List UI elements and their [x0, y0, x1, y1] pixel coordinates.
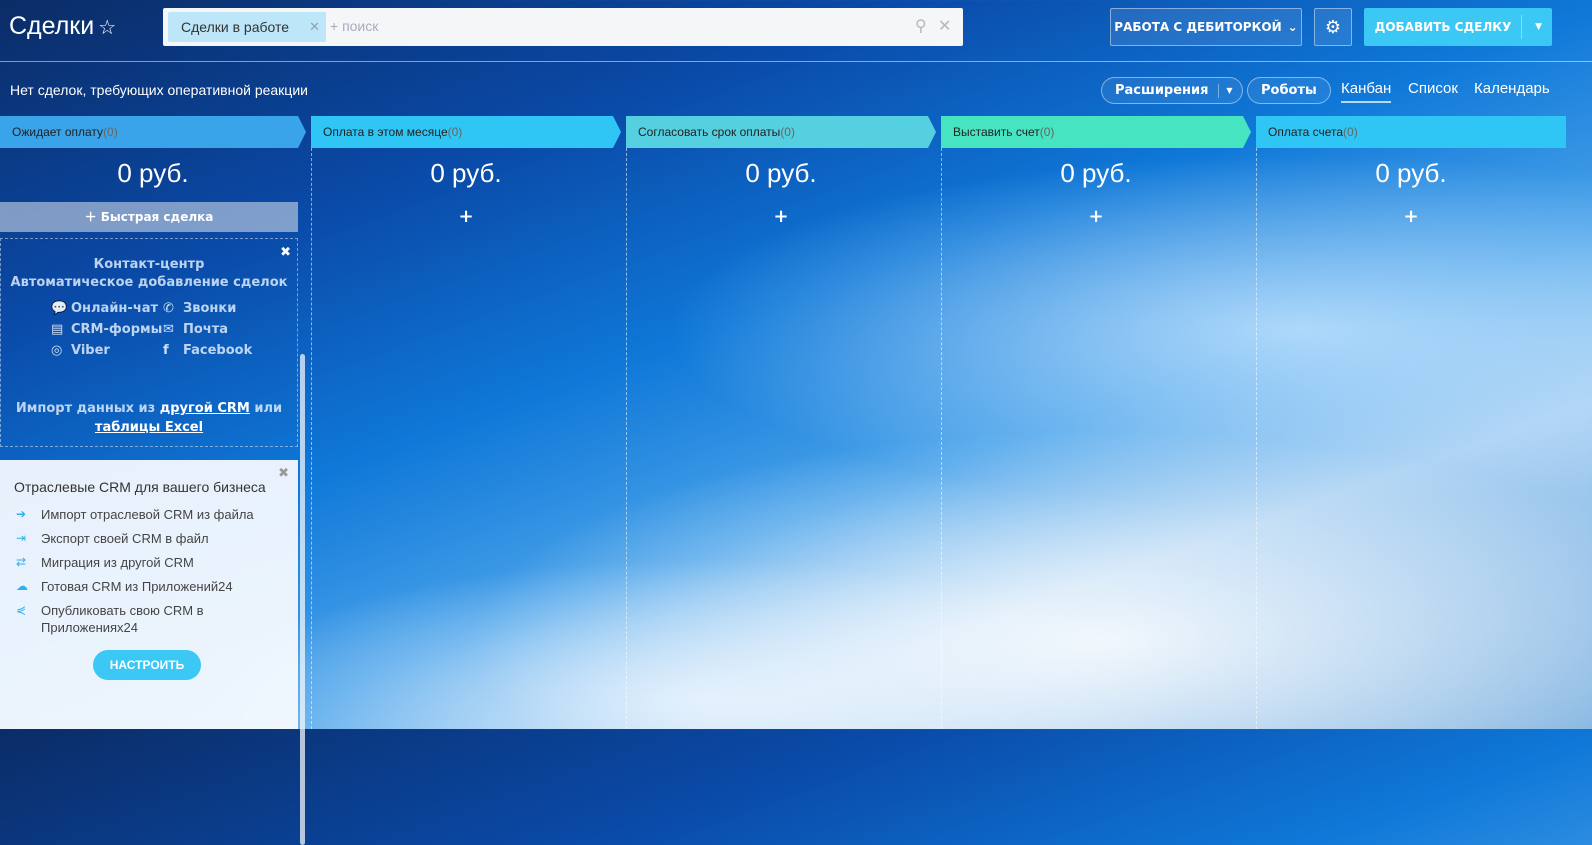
star-icon[interactable]: ☆: [98, 17, 116, 39]
contact-center-panel: ✖ Контакт-центр Автоматическое добавлени…: [0, 238, 298, 447]
scrollbar[interactable]: [300, 354, 305, 845]
chevron-down-icon: ⌄: [1287, 20, 1298, 34]
tab-list[interactable]: Список: [1408, 80, 1458, 97]
excel-link[interactable]: таблицы Excel: [95, 420, 203, 435]
stage-sum: 0 руб.: [430, 158, 502, 188]
list-item[interactable]: ⇄ Миграция из другой CRM: [16, 554, 286, 571]
remove-filter-icon[interactable]: ✕: [309, 12, 320, 42]
clear-icon[interactable]: ✕: [938, 16, 951, 35]
phone-icon: ✆: [163, 301, 174, 316]
stage-header[interactable]: Оплата в этом месяце(0): [311, 116, 621, 148]
stage-header[interactable]: Согласовать срок оплаты(0): [626, 116, 936, 148]
sync-icon: ⇄: [16, 555, 27, 569]
tab-calendar[interactable]: Календарь: [1474, 80, 1550, 97]
viber-icon: ◎: [51, 343, 63, 358]
quick-deal-button[interactable]: ＋ Быстрая сделка: [0, 202, 298, 232]
add-deal-plus-icon[interactable]: +: [626, 206, 936, 227]
search-bar[interactable]: Сделки в работе ✕ + поиск ⚲ ✕: [163, 8, 963, 46]
column-divider: [1256, 148, 1257, 729]
dropdown-arrow-icon[interactable]: ▼: [1535, 22, 1542, 32]
stage-sum: 0 руб.: [1060, 158, 1132, 188]
kanban-column: Выставить счет(0) 0 руб. +: [941, 116, 1251, 729]
column-divider: [311, 148, 312, 729]
stage-sum: 0 руб.: [117, 158, 189, 188]
stage-header[interactable]: Ожидает оплату(0): [0, 116, 306, 148]
divider: [1521, 15, 1522, 39]
industry-title: Отраслевые CRM для вашего бизнеса: [14, 479, 266, 495]
list-item[interactable]: ⇥ Экспорт своей CRM в файл: [16, 530, 286, 547]
add-deal-button[interactable]: ДОБАВИТЬ СДЕЛКУ ▼: [1364, 8, 1552, 46]
stage-header[interactable]: Оплата счета(0): [1256, 116, 1566, 148]
channel-facebook[interactable]: f Facebook: [163, 343, 261, 358]
cloud-icon: ☁: [16, 579, 28, 593]
import-icon: ➔: [16, 507, 27, 521]
kanban-column: Согласовать срок оплаты(0) 0 руб. +: [626, 116, 936, 729]
import-text: Импорт данных из другой CRM или таблицы …: [15, 401, 283, 435]
form-icon: ▤: [51, 322, 64, 337]
channel-calls[interactable]: ✆ Звонки: [163, 301, 261, 316]
channel-viber[interactable]: ◎ Viber: [51, 343, 163, 358]
dropdown-arrow-icon[interactable]: ▼: [1218, 84, 1232, 98]
column-divider: [941, 148, 942, 729]
close-icon[interactable]: ✖: [278, 465, 289, 481]
configure-button[interactable]: НАСТРОИТЬ: [93, 650, 201, 680]
search-icon[interactable]: ⚲: [915, 16, 927, 35]
stage-header[interactable]: Выставить счет(0): [941, 116, 1251, 148]
other-crm-link[interactable]: другой CRM: [160, 401, 250, 416]
industry-crm-panel: ✖ Отраслевые CRM для вашего бизнеса ➔ Имп…: [0, 460, 298, 729]
stage-sum: 0 руб.: [745, 158, 817, 188]
column-divider: [626, 148, 627, 729]
kanban-column: Оплата счета(0) 0 руб. +: [1256, 116, 1566, 729]
gear-icon: ⚙: [1324, 16, 1342, 38]
chat-icon: 💬: [51, 301, 68, 316]
close-icon[interactable]: ✖: [280, 245, 291, 260]
export-icon: ⇥: [16, 531, 27, 545]
channel-online-chat[interactable]: 💬 Онлайн-чат: [51, 301, 163, 316]
channel-crm-forms[interactable]: ▤ CRM-формы: [51, 322, 163, 337]
list-item[interactable]: ⋞ Опубликовать свою CRM в Приложениях24: [16, 602, 286, 636]
search-input[interactable]: + поиск: [330, 18, 378, 34]
channel-mail[interactable]: ✉ Почта: [163, 322, 261, 337]
settings-button[interactable]: ⚙: [1314, 8, 1352, 46]
filter-chip[interactable]: Сделки в работе ✕: [168, 12, 326, 42]
page-title: Сделки ☆: [9, 12, 117, 40]
stage-sum: 0 руб.: [1375, 158, 1447, 188]
add-deal-plus-icon[interactable]: +: [941, 206, 1251, 227]
contact-center-subtitle: Автоматическое добавление сделок: [10, 275, 288, 290]
extensions-button[interactable]: Расширения ▼: [1101, 77, 1244, 104]
share-icon: ⋞: [16, 603, 27, 617]
facebook-icon: f: [163, 343, 169, 358]
list-item[interactable]: ➔ Импорт отраслевой CRM из файла: [16, 506, 286, 523]
kanban-column: Оплата в этом месяце(0) 0 руб. +: [311, 116, 621, 729]
tab-kanban[interactable]: Канбан: [1341, 80, 1392, 103]
notice-text: Нет сделок, требующих оперативной реакци…: [10, 82, 308, 98]
add-deal-plus-icon[interactable]: +: [311, 206, 621, 227]
top-bar: Сделки ☆ Сделки в работе ✕ + поиск ⚲ ✕ РАБ…: [0, 0, 1592, 62]
kanban-column: Ожидает оплату(0) 0 руб. ＋ Быстрая сделк…: [0, 116, 306, 845]
debt-work-button[interactable]: РАБОТА С ДЕБИТОРКОЙ ⌄: [1110, 8, 1302, 46]
contact-center-title: Контакт-центр: [93, 257, 205, 272]
list-item[interactable]: ☁ Готовая CRM из Приложений24: [16, 578, 286, 595]
mail-icon: ✉: [163, 322, 174, 337]
robots-button[interactable]: Роботы: [1247, 77, 1331, 104]
add-deal-plus-icon[interactable]: +: [1256, 206, 1566, 227]
